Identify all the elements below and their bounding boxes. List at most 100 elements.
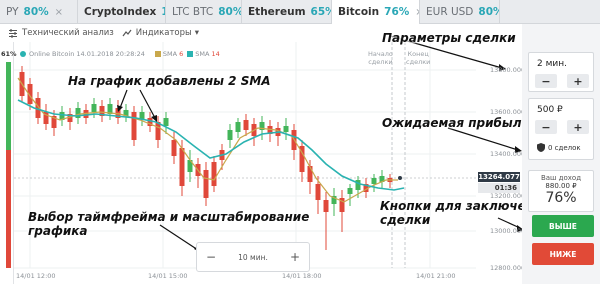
candle-body <box>315 184 321 200</box>
candle-body <box>355 180 361 190</box>
legend-sma-2-label: SMA <box>195 50 210 58</box>
tab-bitcoin[interactable]: Bitcoin76%× <box>332 0 420 24</box>
tab-payout: 76% <box>384 6 410 18</box>
candle-body <box>179 148 185 186</box>
sentiment-down-bar <box>6 150 11 268</box>
candle-body <box>123 110 129 116</box>
tab-name: LTC BTC <box>172 6 214 18</box>
candle-body <box>115 108 121 118</box>
tab-payout: 80% <box>478 6 499 18</box>
candle-body <box>147 118 153 126</box>
x-axis-label: 14/01 18:00 <box>282 272 322 280</box>
tech-analysis-button[interactable]: Технический анализ <box>8 28 114 38</box>
tab-eur-usd[interactable]: EUR USD80%× <box>420 0 500 24</box>
candle-body <box>307 166 313 182</box>
tab-ltc-btc[interactable]: LTC BTC80%× <box>166 0 242 24</box>
timeframe-select[interactable]: 10 мин. <box>238 253 268 262</box>
tab-ethereum[interactable]: Ethereum65%× <box>242 0 332 24</box>
current-price-label: 13264.077 <box>478 172 520 182</box>
candle-body <box>91 104 97 112</box>
x-axis-label: 14/01 12:00 <box>16 272 56 280</box>
candle-body <box>19 72 25 96</box>
y-axis-label: 13600.000 <box>490 108 526 116</box>
deal-start-line2: сделки <box>368 58 393 66</box>
tab-name: CryptoIndex <box>84 6 157 18</box>
deal-end-line1: Конец <box>407 50 429 58</box>
candle-body <box>51 116 57 128</box>
close-icon[interactable]: × <box>55 7 63 18</box>
analysis-icon <box>9 29 17 38</box>
duration-plus-button[interactable]: + <box>567 74 589 88</box>
sma-14-swatch <box>187 51 194 57</box>
duration-value[interactable]: 2 мин. <box>537 59 567 69</box>
amount-minus-button[interactable]: − <box>535 120 557 134</box>
candle-body <box>275 128 281 136</box>
candle-body <box>155 122 161 140</box>
timeframe-zoom-control: − 10 мин. + <box>196 242 310 272</box>
x-axis-label: 14/01 15:00 <box>148 272 188 280</box>
legend-sma-1-period: 6 <box>179 50 184 58</box>
chevron-down-icon: ▾ <box>194 28 199 38</box>
candle-body <box>219 150 225 160</box>
current-price-dot <box>398 176 402 180</box>
legend-asset: Online Bitcoin 14.01.2018 20:28:24 <box>29 50 145 58</box>
duration-box: 2 мин. − + <box>528 52 594 92</box>
candle-body <box>251 124 257 136</box>
put-button[interactable]: НИЖЕ <box>532 243 594 265</box>
annotation-profit: Ожидаемая прибыль <box>382 116 530 130</box>
candle-body <box>235 122 241 132</box>
candle-body <box>75 108 81 118</box>
annotation-timeframe: Выбор таймфрейма и масштабирование графи… <box>28 210 310 238</box>
amount-plus-button[interactable]: + <box>567 120 589 134</box>
candle-body <box>363 184 369 192</box>
income-label: Ваш доход <box>540 174 582 182</box>
candle-body <box>171 140 177 156</box>
candle-body <box>187 160 193 172</box>
x-axis-label: 14/01 21:00 <box>416 272 456 280</box>
candle-body <box>139 112 145 120</box>
candle-body <box>195 164 201 176</box>
expected-income-box: Ваш доход 880.00 ₽ 76% <box>528 170 594 212</box>
candle-body <box>291 130 297 150</box>
deal-start-marker: Начало сделки <box>368 50 393 66</box>
candle-body <box>203 170 209 198</box>
call-button[interactable]: ВЫШЕ <box>532 215 594 237</box>
deal-end-line2: сделки <box>406 58 431 66</box>
legend-sma-2-period: 14 <box>211 50 220 58</box>
deal-start-line1: Начало <box>368 50 393 58</box>
y-axis-label: 13800.000 <box>490 66 526 74</box>
deals-count: 0 сделок <box>548 143 581 152</box>
tab-name: Ethereum <box>248 6 306 18</box>
candle-body <box>99 106 105 116</box>
duration-minus-button[interactable]: − <box>535 74 557 88</box>
candle-body <box>27 84 33 104</box>
candle-body <box>299 146 305 172</box>
candle-body <box>243 120 249 130</box>
tab-payout: 80% <box>218 6 242 18</box>
candle-body <box>83 110 89 118</box>
trade-panel: 2 мин. − + 500 ₽ − + 0 сделок Ваш доход … <box>522 24 600 284</box>
candle-body <box>43 112 49 124</box>
candle-body <box>107 104 113 114</box>
candle-body <box>379 176 385 182</box>
candle-body <box>331 196 337 204</box>
sma-6-line <box>17 77 398 203</box>
income-percent: 76% <box>545 190 577 206</box>
chart-legend: Online Bitcoin 14.01.2018 20:28:24 SMA 6… <box>20 50 220 58</box>
tab-cryptoindex[interactable]: CryptoIndex10%× <box>78 0 166 24</box>
annotation-params: Параметры сделки <box>382 31 516 45</box>
income-value: 880.00 ₽ <box>545 182 577 190</box>
amount-box: 500 ₽ − + 0 сделок <box>528 98 594 160</box>
tab-name: PY <box>6 6 19 18</box>
zoom-in-button[interactable]: + <box>287 249 303 265</box>
live-dot-icon <box>20 51 26 57</box>
candle-body <box>387 178 393 182</box>
y-axis-label: 13400.000 <box>490 150 526 158</box>
zoom-out-button[interactable]: − <box>203 249 219 265</box>
indicators-button[interactable]: Индикаторы ▾ <box>122 28 199 38</box>
tab-py[interactable]: PY 80% × <box>0 0 78 24</box>
candle-body <box>371 178 377 184</box>
candle-body <box>131 112 137 140</box>
amount-value[interactable]: 500 ₽ <box>537 105 563 115</box>
deal-end-marker: Конец сделки <box>406 50 430 66</box>
